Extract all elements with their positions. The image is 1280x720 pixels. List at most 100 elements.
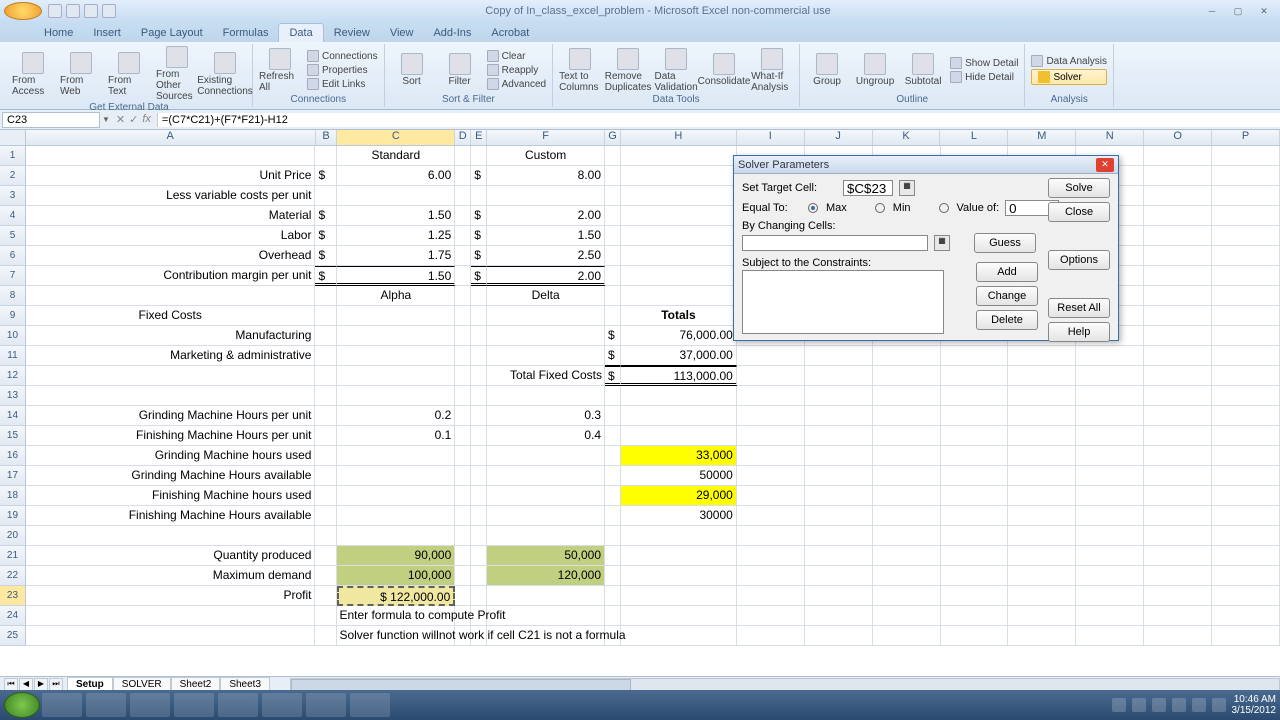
maximize-button[interactable]: ▢ [1226,4,1250,18]
cell-empty[interactable] [873,566,941,586]
delete-button[interactable]: Delete [976,310,1038,330]
cell-D23[interactable] [455,586,471,606]
cell-empty[interactable] [1008,566,1076,586]
cell-empty[interactable] [1144,566,1212,586]
cell-A8[interactable] [26,286,316,306]
cell-G6[interactable] [605,246,621,266]
cell-A21[interactable]: Quantity produced [26,546,316,566]
cell-empty[interactable] [1144,246,1212,266]
cell-F4[interactable]: 2.00 [487,206,605,226]
cell-empty[interactable] [737,566,805,586]
cell-C4[interactable]: 1.50 [337,206,455,226]
task-item[interactable] [174,693,214,717]
cell-empty[interactable] [1008,446,1076,466]
cell-empty[interactable] [1144,626,1212,646]
task-item[interactable] [42,693,82,717]
cell-empty[interactable] [805,506,873,526]
cell-G23[interactable] [605,586,621,606]
cell-B6[interactable]: $ [315,246,337,266]
cell-G2[interactable] [605,166,621,186]
text-to-columns-button[interactable]: Text to Columns [559,48,601,93]
cell-empty[interactable] [941,386,1009,406]
cell-B22[interactable] [315,566,337,586]
tab-data[interactable]: Data [278,23,323,42]
cell-empty[interactable] [873,546,941,566]
cell-D19[interactable] [455,506,471,526]
cell-empty[interactable] [805,586,873,606]
cell-C2[interactable]: 6.00 [337,166,455,186]
cell-empty[interactable] [873,446,941,466]
cell-H10[interactable]: 76,000.00 [621,326,737,346]
change-button[interactable]: Change [976,286,1038,306]
guess-button[interactable]: Guess [974,233,1036,253]
cell-F2[interactable]: 8.00 [487,166,605,186]
cell-D17[interactable] [455,466,471,486]
tab-addins[interactable]: Add-Ins [423,24,481,42]
cell-A22[interactable]: Maximum demand [26,566,316,586]
cell-E8[interactable] [471,286,487,306]
cell-empty[interactable] [1076,346,1144,366]
cell-C14[interactable]: 0.2 [337,406,455,426]
cell-B8[interactable] [315,286,337,306]
cell-E21[interactable] [471,546,487,566]
cell-empty[interactable] [1212,346,1280,366]
cell-F12[interactable]: Total Fixed Costs [487,366,605,386]
cell-A9[interactable]: Fixed Costs [26,306,316,326]
cell-empty[interactable] [1076,506,1144,526]
cell-D14[interactable] [455,406,471,426]
cell-A23[interactable]: Profit [26,586,316,606]
cell-B10[interactable] [315,326,337,346]
cell-D11[interactable] [455,346,471,366]
group-button[interactable]: Group [806,53,848,87]
cell-E13[interactable] [471,386,487,406]
cell-empty[interactable] [941,506,1009,526]
col-header-G[interactable]: G [605,130,621,145]
col-header-P[interactable]: P [1212,130,1280,145]
show-detail-button[interactable]: Show Detail [950,57,1018,69]
cell-empty[interactable] [805,606,873,626]
cell-H23[interactable] [621,586,737,606]
cell-F5[interactable]: 1.50 [487,226,605,246]
print-icon[interactable] [102,4,116,18]
sort-button[interactable]: Sort [391,53,433,87]
cell-G11[interactable]: $ [605,346,621,366]
cell-empty[interactable] [1212,606,1280,626]
cell-G24[interactable] [605,606,621,626]
row-header[interactable]: 9 [0,306,26,326]
cell-E11[interactable] [471,346,487,366]
cell-E3[interactable] [471,186,487,206]
cell-C25[interactable]: Solver function willnot work if cell C21… [337,626,455,646]
cell-D13[interactable] [455,386,471,406]
cancel-formula-icon[interactable]: ✕ [116,113,125,126]
cell-empty[interactable] [1008,386,1076,406]
col-header-J[interactable]: J [805,130,873,145]
cell-D18[interactable] [455,486,471,506]
from-text-button[interactable]: From Text [108,52,150,97]
row-header[interactable]: 10 [0,326,26,346]
filter-button[interactable]: Filter [439,53,481,87]
cell-E16[interactable] [471,446,487,466]
cell-empty[interactable] [873,606,941,626]
cell-D1[interactable] [455,146,471,166]
cell-empty[interactable] [1212,166,1280,186]
formula-input[interactable]: =(C7*C21)+(F7*F21)-H12 [157,113,1280,127]
cell-empty[interactable] [1144,166,1212,186]
cell-F20[interactable] [487,526,605,546]
cell-G21[interactable] [605,546,621,566]
tab-review[interactable]: Review [324,24,380,42]
cell-H19[interactable]: 30000 [621,506,737,526]
cell-D6[interactable] [455,246,471,266]
cell-empty[interactable] [1144,586,1212,606]
cell-empty[interactable] [805,566,873,586]
from-access-button[interactable]: From Access [12,52,54,97]
cell-C16[interactable] [337,446,455,466]
solve-button[interactable]: Solve [1048,178,1110,198]
cell-A17[interactable]: Grinding Machine Hours available [26,466,316,486]
data-analysis-button[interactable]: Data Analysis [1031,55,1107,67]
cell-B18[interactable] [315,486,337,506]
cell-G3[interactable] [605,186,621,206]
cell-empty[interactable] [1144,206,1212,226]
cell-empty[interactable] [805,406,873,426]
cell-F16[interactable] [487,446,605,466]
cell-empty[interactable] [1144,386,1212,406]
